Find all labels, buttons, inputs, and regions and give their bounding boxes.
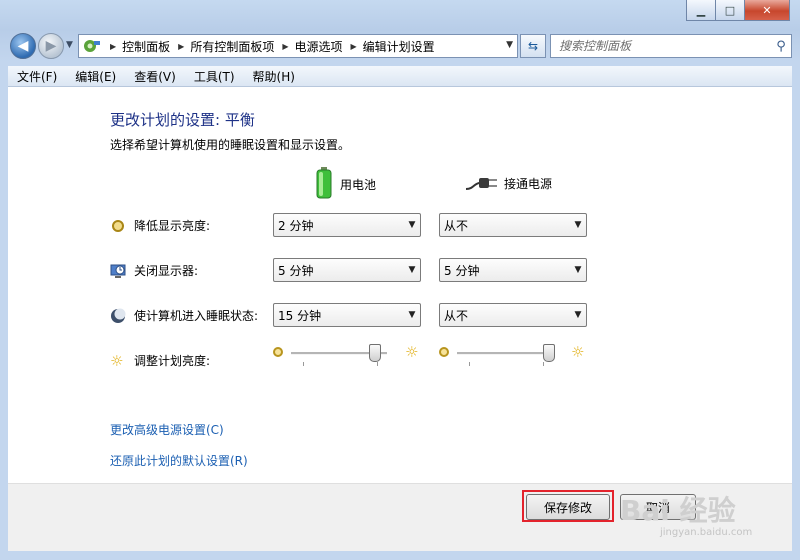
dim-display-battery-value: 2 分钟: [278, 218, 314, 233]
chevron-down-icon: ▼: [408, 265, 416, 275]
maximize-button[interactable]: □: [716, 0, 745, 21]
page-title: 更改计划的设置: 平衡: [110, 111, 255, 129]
breadcrumb: ▶ 控制面板 ▶ 所有控制面板项 ▶ 电源选项 ▶ 编辑计划设置: [102, 38, 435, 55]
bright-brightness-icon: ☼: [571, 343, 585, 361]
slider-thumb[interactable]: [543, 344, 556, 362]
brightness-plugged-slider[interactable]: ☼: [439, 344, 589, 368]
dim-display-battery-select[interactable]: 2 分钟 ▼: [273, 213, 421, 237]
dim-brightness-icon: [439, 347, 449, 357]
sleep-plugged-select[interactable]: 从不 ▼: [439, 303, 587, 327]
sleep-row: 使计算机进入睡眠状态:: [110, 307, 258, 324]
dim-display-label: 降低显示亮度:: [134, 219, 211, 233]
save-changes-button[interactable]: 保存修改: [526, 494, 610, 520]
minimize-button[interactable]: ▁: [686, 0, 716, 21]
sleep-plugged-value: 从不: [444, 308, 469, 323]
menu-file[interactable]: 文件(F): [8, 68, 66, 85]
page-subtitle: 选择希望计算机使用的睡眠设置和显示设置。: [110, 138, 351, 152]
battery-column-label: 用电池: [340, 178, 377, 192]
restore-defaults-link[interactable]: 还原此计划的默认设置(R): [110, 452, 248, 469]
close-button[interactable]: ✕: [745, 0, 790, 21]
breadcrumb-separator-icon: ▶: [350, 41, 357, 51]
navigation-bar: ◀ ▶ ▼ ▶ 控制面板 ▶ 所有控制面板项 ▶ 电源选项 ▶ 编辑计划设置 ▼…: [0, 30, 800, 62]
address-bar[interactable]: ▶ 控制面板 ▶ 所有控制面板项 ▶ 电源选项 ▶ 编辑计划设置 ▼: [78, 34, 518, 58]
baidu-watermark: Bai 经验 jingyan.baidu.com: [620, 489, 798, 539]
column-header-battery: 用电池: [316, 167, 376, 202]
window-controls: ▁ □ ✕: [686, 0, 790, 21]
search-input[interactable]: [557, 38, 771, 54]
dim-display-plugged-value: 从不: [444, 218, 469, 233]
plugged-column-label: 接通电源: [504, 177, 553, 191]
arrow-right-icon: ▶: [45, 38, 57, 54]
address-dropdown-icon[interactable]: ▼: [506, 40, 513, 50]
sleep-moon-icon: [110, 308, 126, 324]
search-icon[interactable]: ⚲: [771, 39, 791, 54]
arrow-left-icon: ◀: [17, 38, 29, 54]
menu-tools[interactable]: 工具(T): [185, 68, 244, 85]
chevron-down-icon: ▼: [66, 40, 73, 50]
breadcrumb-separator-icon: ▶: [178, 41, 185, 51]
brightness-icon: ☼: [110, 351, 124, 370]
watermark-text: Bai 经验: [620, 494, 736, 527]
battery-icon: [316, 167, 332, 202]
dim-display-plugged-select[interactable]: 从不 ▼: [439, 213, 587, 237]
column-header-plugged: 接通电源: [465, 173, 553, 194]
main-content: 更改计划的设置: 平衡 选择希望计算机使用的睡眠设置和显示设置。 用电池 接通电…: [8, 87, 792, 483]
breadcrumb-separator-icon: ▶: [282, 41, 289, 51]
display-off-plugged-select[interactable]: 5 分钟 ▼: [439, 258, 587, 282]
menu-view[interactable]: 查看(V): [125, 68, 185, 85]
chevron-down-icon: ▼: [408, 220, 416, 230]
dim-brightness-icon: [273, 347, 283, 357]
brightness-row: ☼ 调整计划亮度:: [110, 352, 210, 369]
display-off-plugged-value: 5 分钟: [444, 263, 480, 278]
chevron-down-icon: ▼: [574, 310, 582, 320]
brightness-battery-slider[interactable]: ☼: [273, 344, 423, 368]
slider-tick: [543, 362, 544, 366]
display-off-battery-select[interactable]: 5 分钟 ▼: [273, 258, 421, 282]
sleep-label: 使计算机进入睡眠状态:: [134, 309, 259, 323]
chevron-down-icon: ▼: [574, 265, 582, 275]
dim-display-icon: [110, 218, 126, 234]
display-off-battery-value: 5 分钟: [278, 263, 314, 278]
brightness-label: 调整计划亮度:: [134, 354, 211, 368]
display-off-icon: [110, 263, 126, 279]
slider-track: [457, 352, 553, 355]
forward-button[interactable]: ▶: [38, 33, 64, 59]
dim-display-row: 降低显示亮度:: [110, 217, 210, 234]
search-box: ⚲: [550, 34, 792, 58]
refresh-icon: ⇆: [527, 39, 539, 53]
bright-brightness-icon: ☼: [405, 343, 419, 361]
refresh-button[interactable]: ⇆: [520, 34, 546, 58]
breadcrumb-separator-icon: ▶: [110, 41, 117, 51]
breadcrumb-item-control-panel[interactable]: 控制面板: [122, 38, 170, 55]
breadcrumb-item-edit-plan[interactable]: 编辑计划设置: [363, 38, 435, 55]
menu-bar: 文件(F) 编辑(E) 查看(V) 工具(T) 帮助(H): [8, 66, 792, 87]
menu-edit[interactable]: 编辑(E): [66, 68, 125, 85]
breadcrumb-item-power-options[interactable]: 电源选项: [295, 38, 343, 55]
slider-tick: [469, 362, 470, 366]
slider-thumb[interactable]: [368, 344, 381, 362]
chevron-down-icon: ▼: [408, 310, 416, 320]
power-plug-icon: [465, 173, 498, 194]
button-bar: 保存修改 取消 Bai 经验 jingyan.baidu.com: [8, 483, 792, 551]
back-button[interactable]: ◀: [10, 33, 36, 59]
control-panel-icon: [82, 38, 102, 54]
chevron-down-icon: ▼: [574, 220, 582, 230]
display-off-label: 关闭显示器:: [134, 264, 199, 278]
recent-pages-dropdown[interactable]: ▼: [66, 40, 73, 50]
slider-tick: [377, 362, 378, 366]
control-panel-window: ▁ □ ✕ ◀ ▶ ▼ ▶ 控制面板 ▶ 所有控制面板项 ▶ 电源选项 ▶ 编辑…: [0, 0, 800, 560]
menu-help[interactable]: 帮助(H): [244, 68, 304, 85]
watermark-url: jingyan.baidu.com: [660, 527, 753, 538]
sleep-battery-select[interactable]: 15 分钟 ▼: [273, 303, 421, 327]
display-off-row: 关闭显示器:: [110, 262, 198, 279]
title-bar: ▁ □ ✕: [0, 0, 800, 28]
advanced-settings-link[interactable]: 更改高级电源设置(C): [110, 421, 224, 438]
breadcrumb-item-all-items[interactable]: 所有控制面板项: [190, 38, 274, 55]
sleep-battery-value: 15 分钟: [278, 308, 322, 323]
slider-tick: [303, 362, 304, 366]
